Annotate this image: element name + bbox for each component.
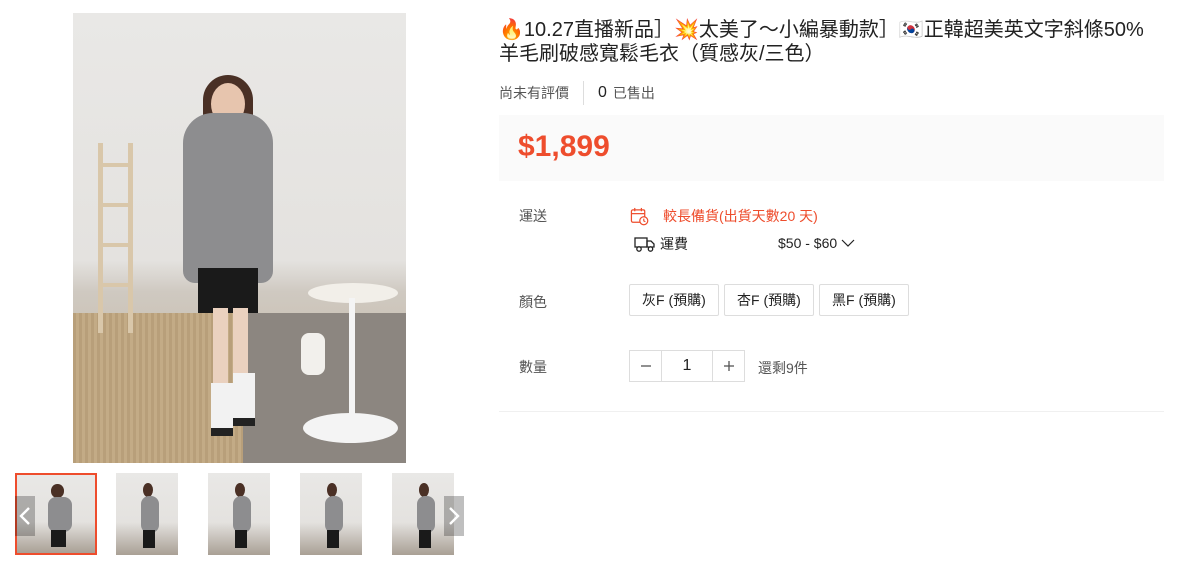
main-product-image[interactable] bbox=[73, 13, 406, 463]
plus-icon bbox=[723, 361, 734, 371]
product-title: 🔥10.27直播新品］💥太美了～小編暴動款］🇰🇷正韓超美英文字斜條50%羊毛刷破… bbox=[499, 19, 1144, 65]
price-section: $1,899 bbox=[499, 115, 1164, 181]
photo-model-sweater bbox=[183, 113, 273, 283]
thumbnail-figure-head bbox=[235, 482, 246, 497]
chevron-left-icon bbox=[19, 507, 30, 525]
thumbnail-figure bbox=[232, 495, 252, 533]
sold-count: 0 bbox=[598, 84, 607, 101]
variation-label: 顏色 bbox=[519, 294, 547, 310]
quantity-stepper: 1 bbox=[629, 350, 745, 382]
thumbnail-3[interactable] bbox=[208, 473, 270, 555]
photo-ladder bbox=[98, 143, 103, 333]
shipping-fee-range: $50 - $60 bbox=[778, 235, 838, 251]
photo-ladder-rung bbox=[98, 243, 133, 247]
thumbnail-next-button[interactable] bbox=[444, 496, 464, 536]
minus-icon bbox=[640, 365, 651, 367]
calendar-clock-icon bbox=[630, 207, 649, 225]
thumbnail-figure bbox=[140, 495, 160, 533]
thumbnail-figure-head bbox=[51, 484, 64, 498]
variation-option-gray[interactable]: 灰F (預購) bbox=[629, 284, 719, 316]
variation-option-black[interactable]: 黑F (預購) bbox=[819, 284, 909, 316]
variation-option-apricot[interactable]: 杏F (預購) bbox=[724, 284, 814, 316]
quantity-label: 數量 bbox=[519, 359, 547, 375]
thumbnail-prev-button[interactable] bbox=[15, 496, 35, 536]
shipping-label: 運送 bbox=[519, 208, 547, 224]
thumbnail-figure-legs bbox=[142, 530, 156, 549]
section-divider bbox=[499, 411, 1164, 412]
shipping-fee-row: 運費 bbox=[634, 234, 688, 254]
truck-icon bbox=[634, 237, 655, 252]
quantity-input[interactable]: 1 bbox=[661, 351, 713, 381]
thumbnail-figure bbox=[324, 495, 344, 533]
product-meta: 尚未有評價 0 已售出 bbox=[499, 81, 655, 105]
shipping-fee-dropdown[interactable]: $50 - $60 bbox=[778, 235, 855, 251]
thumbnail-4[interactable] bbox=[300, 473, 362, 555]
thumbnail-figure-head bbox=[419, 482, 430, 497]
photo-model-shorts bbox=[198, 268, 258, 313]
shipping-note: 較長備貨(出貨天數20 天) bbox=[630, 206, 818, 226]
photo-vase bbox=[301, 333, 325, 375]
shipping-fee-label: 運費 bbox=[660, 236, 688, 252]
photo-ladder bbox=[128, 143, 133, 333]
photo-model-leg bbox=[213, 308, 228, 388]
rating-status[interactable]: 尚未有評價 bbox=[499, 83, 569, 103]
thumbnail-2[interactable] bbox=[116, 473, 178, 555]
stock-remaining: 還剩9件 bbox=[758, 360, 808, 376]
quantity-decrease-button[interactable] bbox=[630, 351, 661, 381]
photo-model-boot bbox=[211, 383, 233, 436]
thumbnail-figure-legs bbox=[326, 530, 340, 549]
thumbnail-figure-legs bbox=[50, 529, 67, 547]
photo-ladder-rung bbox=[98, 163, 133, 167]
photo-model-boot bbox=[233, 373, 255, 426]
thumbnail-figure bbox=[416, 495, 436, 533]
product-price: $1,899 bbox=[518, 130, 610, 163]
thumbnail-figure bbox=[48, 496, 72, 532]
thumbnail-figure-legs bbox=[234, 530, 248, 549]
quantity-increase-button[interactable] bbox=[713, 351, 744, 381]
sold-label: 已售出 bbox=[612, 85, 655, 101]
thumbnail-figure-head bbox=[327, 482, 338, 497]
thumbnail-figure-head bbox=[143, 482, 154, 497]
photo-ladder-rung bbox=[98, 203, 133, 207]
chevron-right-icon bbox=[449, 507, 460, 525]
photo-ladder-rung bbox=[98, 283, 133, 287]
chevron-down-icon bbox=[841, 239, 855, 247]
photo-side-table-stem bbox=[349, 298, 355, 428]
thumbnail-strip bbox=[15, 473, 465, 555]
thumbnail-figure-legs bbox=[418, 530, 432, 549]
photo-side-table-base bbox=[303, 413, 398, 443]
meta-divider bbox=[583, 81, 584, 105]
shipping-note-text: 較長備貨(出貨天數20 天) bbox=[663, 208, 818, 224]
